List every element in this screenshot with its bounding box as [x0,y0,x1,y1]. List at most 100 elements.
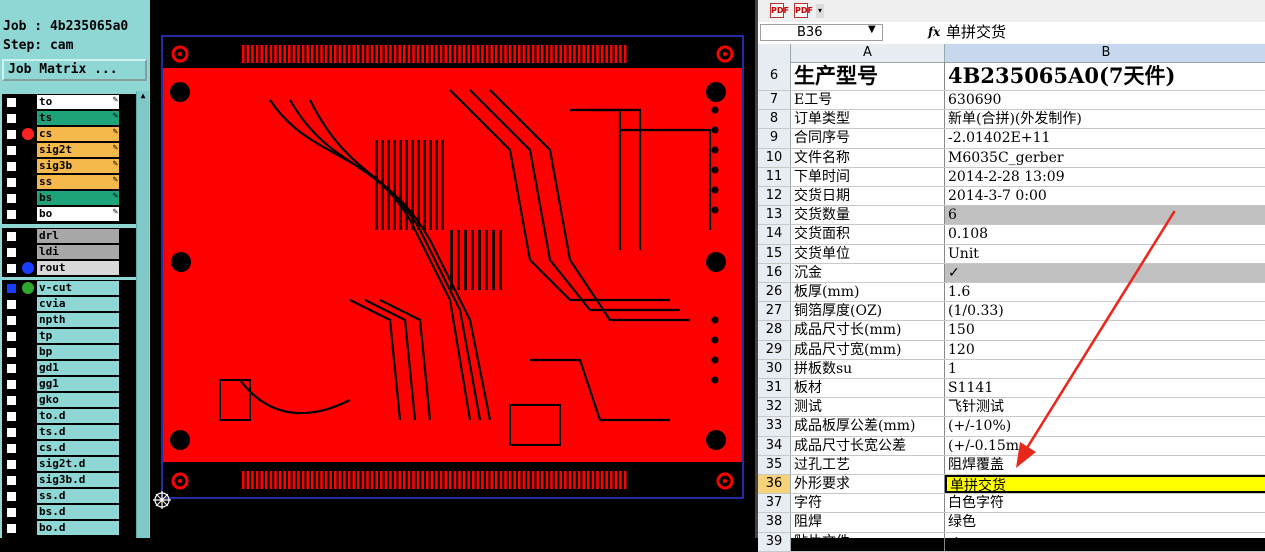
layer-checkbox[interactable] [6,523,17,534]
layer-checkbox[interactable] [6,491,17,502]
column-header-a[interactable]: A [791,44,945,62]
layer-edit-icon[interactable]: ✎ [113,207,118,217]
cell-a[interactable]: 阻焊 [791,513,945,532]
cell-a[interactable]: 板厚(mm) [791,283,945,302]
layer-checkbox[interactable] [6,395,17,406]
row-number[interactable]: 36 [758,475,791,494]
layer-edit-icon[interactable]: ✎ [113,159,118,169]
layer-checkbox[interactable] [6,231,17,242]
cell-b[interactable]: 新单(合拼)(外发制作) [945,110,1265,128]
row-number[interactable]: 32 [758,398,791,417]
cell-a[interactable]: 成品尺寸长宽公差 [791,436,945,455]
row-number[interactable]: 15 [758,244,791,263]
cell-b[interactable]: (1/0.33) [945,302,1265,320]
layer-checkbox[interactable] [6,299,17,310]
cell-a[interactable]: 文件名称 [791,148,945,167]
cell-a[interactable]: 测试 [791,398,945,417]
layer-checkbox[interactable] [6,113,17,124]
layer-row-cvia[interactable]: cvia [2,296,122,312]
layer-row-npth[interactable]: npth [2,312,122,328]
row-number[interactable]: 34 [758,436,791,455]
layer-row-bs-d[interactable]: bs.d [2,504,122,520]
layer-checkbox[interactable] [6,145,17,156]
cell-b[interactable]: 飞针测试 [945,398,1265,416]
row-number[interactable]: 12 [758,187,791,206]
layer-checkbox[interactable] [6,97,17,108]
row-number[interactable]: 14 [758,225,791,244]
cell-b[interactable]: 单拼交货 [945,475,1265,494]
cell-b[interactable]: 1 [945,360,1265,378]
cell-a[interactable]: 贴片文件 [791,532,945,551]
layer-checkbox[interactable] [6,459,17,470]
layer-name[interactable]: sig3b [37,159,119,173]
layer-checkbox[interactable] [6,411,17,422]
layer-row-v-cut[interactable]: v-cut [2,280,122,296]
layer-row-sig2t-d[interactable]: sig2t.d [2,456,122,472]
row-number[interactable]: 26 [758,283,791,302]
layer-row-bs[interactable]: bs ✎ [2,190,122,206]
fx-icon[interactable]: fx [928,25,940,39]
row-number[interactable]: 13 [758,206,791,225]
job-matrix-button[interactable]: Job Matrix ... [2,59,147,81]
row-number[interactable]: 11 [758,167,791,186]
cell-a[interactable]: 过孔工艺 [791,455,945,474]
cell-b[interactable]: 6 [945,206,1265,225]
layer-name[interactable]: gko [37,393,119,407]
layer-name[interactable]: drl [37,229,119,243]
formula-input[interactable]: 单拼交货 [946,24,1006,41]
layer-name[interactable]: gd1 [37,361,119,375]
row-number[interactable]: 28 [758,321,791,340]
cell-a[interactable]: 生产型号 [791,62,945,90]
toolbar-overflow-icon[interactable]: ▾ [816,4,824,18]
corner-select-all[interactable] [758,44,791,62]
row-number[interactable]: 16 [758,263,791,282]
row-number[interactable]: 35 [758,455,791,474]
layer-row-gd1[interactable]: gd1 [2,360,122,376]
layer-checkbox[interactable] [6,283,17,294]
layer-row-ts[interactable]: ts ✎ [2,110,122,126]
row-number[interactable]: 27 [758,302,791,321]
layer-name[interactable]: bp [37,345,119,359]
cell-b[interactable]: Unit [945,245,1265,263]
layer-row-ss[interactable]: ss ✎ [2,174,122,190]
layer-name[interactable]: npth [37,313,119,327]
cell-a[interactable]: 合同序号 [791,129,945,148]
cell-b[interactable]: 白色字符 [945,494,1265,512]
cell-a[interactable]: 拼板数su [791,359,945,378]
layer-name[interactable]: cs [37,127,119,141]
layer-edit-icon[interactable]: ✎ [113,191,118,201]
layer-name[interactable]: tp [37,329,119,343]
cell-a[interactable]: 交货面积 [791,225,945,244]
cell-b[interactable]: 2014-2-28 13:09 [945,168,1265,186]
layer-row-to[interactable]: to ✎ [2,94,122,110]
layer-name[interactable]: rout [37,261,119,275]
layer-checkbox[interactable] [6,379,17,390]
layer-name[interactable]: bo.d [37,521,119,535]
layer-row-cs[interactable]: cs ✎ [2,126,122,142]
layer-row-gg1[interactable]: gg1 [2,376,122,392]
layer-row-rout[interactable]: rout [2,260,122,276]
row-number[interactable]: 39 [758,532,791,551]
cell-b[interactable]: 150 [945,321,1265,339]
layer-edit-icon[interactable]: ✎ [113,143,118,153]
cell-b[interactable]: ✓ [945,263,1265,282]
cell-a[interactable]: 外形要求 [791,475,945,494]
layer-row-drl[interactable]: drl [2,228,122,244]
cell-a[interactable]: 订单类型 [791,110,945,129]
row-number[interactable]: 8 [758,110,791,129]
cell-b[interactable]: (+/-10%) [945,417,1265,435]
layer-row-sig2t[interactable]: sig2t ✎ [2,142,122,158]
layer-row-sig3b[interactable]: sig3b ✎ [2,158,122,174]
row-number[interactable]: 6 [758,62,791,90]
cell-b[interactable]: S1141 [945,379,1265,397]
layer-name[interactable]: gg1 [37,377,119,391]
layer-checkbox[interactable] [6,247,17,258]
layer-checkbox[interactable] [6,475,17,486]
layer-checkbox[interactable] [6,363,17,374]
pdf-icon[interactable]: PDF [770,3,789,18]
row-number[interactable]: 31 [758,379,791,398]
layer-checkbox[interactable] [6,193,17,204]
layer-checkbox[interactable] [6,507,17,518]
layer-checkbox[interactable] [6,347,17,358]
cell-a[interactable]: 字符 [791,494,945,513]
